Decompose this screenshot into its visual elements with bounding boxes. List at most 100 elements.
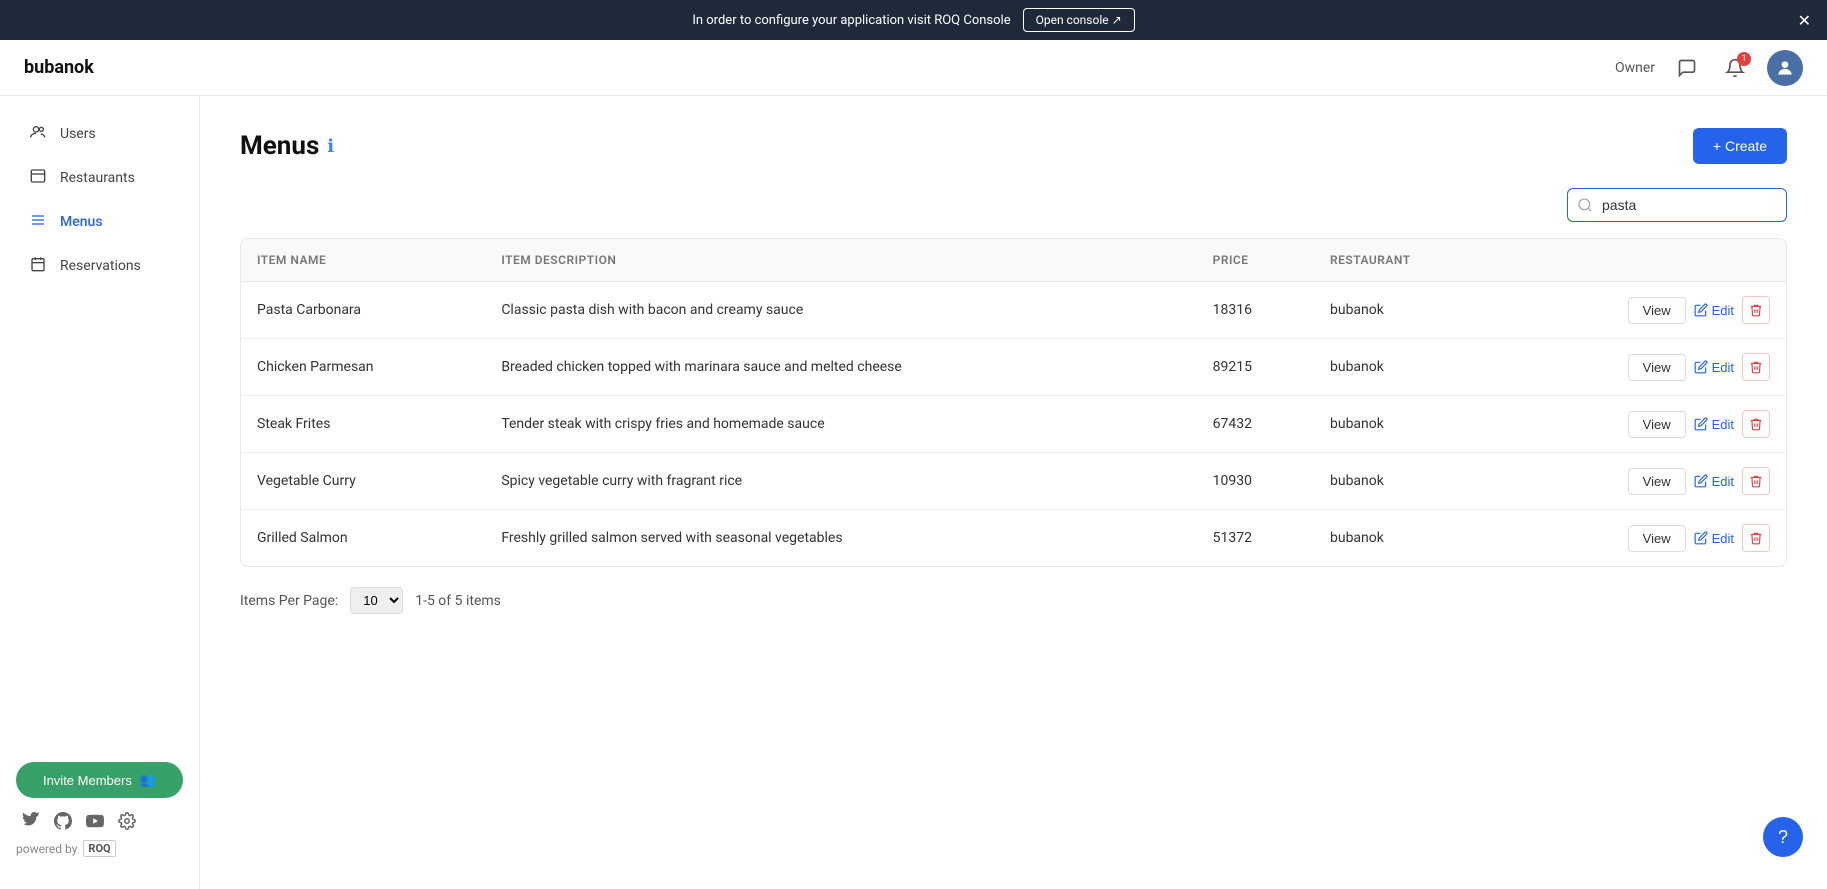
edit-button[interactable]: Edit: [1694, 417, 1734, 432]
cell-actions: View Edit: [1499, 339, 1786, 396]
open-console-button[interactable]: Open console ↗: [1023, 8, 1135, 32]
powered-by: powered by ROQ: [16, 840, 183, 857]
sidebar-item-label: Menus: [60, 214, 103, 230]
header-right: Owner 1: [1615, 50, 1803, 86]
page-title: Menus: [240, 131, 319, 161]
cell-price: 67432: [1197, 396, 1314, 453]
view-button[interactable]: View: [1628, 468, 1686, 495]
notification-icon[interactable]: 1: [1719, 52, 1751, 84]
per-page-select[interactable]: 10 25 50: [350, 587, 403, 614]
sidebar-item-label: Reservations: [60, 258, 141, 274]
col-actions: [1499, 239, 1786, 282]
cell-item-description: Spicy vegetable curry with fragrant rice: [485, 453, 1196, 510]
edit-button[interactable]: Edit: [1694, 360, 1734, 375]
cell-item-description: Tender steak with crispy fries and homem…: [485, 396, 1196, 453]
cell-item-description: Breaded chicken topped with marinara sau…: [485, 339, 1196, 396]
sidebar-item-reservations[interactable]: Reservations: [8, 246, 191, 286]
cell-item-description: Classic pasta dish with bacon and creamy…: [485, 282, 1196, 339]
view-button[interactable]: View: [1628, 354, 1686, 381]
roq-logo: ROQ: [83, 840, 115, 857]
delete-button[interactable]: [1742, 353, 1770, 381]
top-banner: In order to configure your application v…: [0, 0, 1827, 40]
pagination-summary: 1-5 of 5 items: [415, 593, 501, 609]
sidebar-item-label: Restaurants: [60, 170, 135, 186]
users-icon: [28, 124, 48, 144]
owner-label: Owner: [1615, 60, 1655, 76]
edit-button[interactable]: Edit: [1694, 531, 1734, 546]
sidebar-item-menus[interactable]: Menus: [8, 202, 191, 242]
sidebar-item-users[interactable]: Users: [8, 114, 191, 154]
app-layout: Users Restaurants Menus Reservations Inv…: [0, 96, 1827, 889]
close-banner-icon[interactable]: ✕: [1798, 11, 1811, 30]
delete-button[interactable]: [1742, 296, 1770, 324]
cell-actions: View Edit: [1499, 396, 1786, 453]
cell-price: 10930: [1197, 453, 1314, 510]
social-icons: [16, 810, 183, 832]
cell-price: 51372: [1197, 510, 1314, 567]
search-icon: [1577, 197, 1593, 213]
table-row: Steak Frites Tender steak with crispy fr…: [241, 396, 1786, 453]
delete-button[interactable]: [1742, 524, 1770, 552]
table-header-row: ITEM NAME ITEM DESCRIPTION PRICE RESTAUR…: [241, 239, 1786, 282]
table-row: Vegetable Curry Spicy vegetable curry wi…: [241, 453, 1786, 510]
edit-button[interactable]: Edit: [1694, 303, 1734, 318]
cell-item-name: Vegetable Curry: [241, 453, 485, 510]
header: bubanok Owner 1: [0, 40, 1827, 96]
menus-icon: [28, 212, 48, 232]
view-button[interactable]: View: [1628, 525, 1686, 552]
youtube-icon[interactable]: [84, 810, 106, 832]
col-restaurant: RESTAURANT: [1314, 239, 1499, 282]
main-content: Menus ℹ + Create ITEM NAME ITEM DESCRIPT…: [200, 96, 1827, 889]
cell-item-name: Steak Frites: [241, 396, 485, 453]
cell-restaurant: bubanok: [1314, 510, 1499, 567]
table-row: Chicken Parmesan Breaded chicken topped …: [241, 339, 1786, 396]
delete-button[interactable]: [1742, 467, 1770, 495]
github-icon[interactable]: [52, 810, 74, 832]
col-item-description: ITEM DESCRIPTION: [485, 239, 1196, 282]
search-input[interactable]: [1567, 188, 1787, 222]
invite-icon: 👥: [140, 772, 156, 788]
cell-restaurant: bubanok: [1314, 396, 1499, 453]
cell-actions: View Edit: [1499, 510, 1786, 567]
sidebar: Users Restaurants Menus Reservations Inv…: [0, 96, 200, 889]
invite-label: Invite Members: [43, 773, 132, 788]
cell-restaurant: bubanok: [1314, 339, 1499, 396]
col-price: PRICE: [1197, 239, 1314, 282]
delete-button[interactable]: [1742, 410, 1770, 438]
view-button[interactable]: View: [1628, 297, 1686, 324]
cell-price: 18316: [1197, 282, 1314, 339]
sidebar-item-label: Users: [60, 126, 96, 142]
chat-icon[interactable]: [1671, 52, 1703, 84]
reservations-icon: [28, 256, 48, 276]
notification-badge: 1: [1737, 52, 1751, 66]
cell-actions: View Edit: [1499, 282, 1786, 339]
help-button[interactable]: ?: [1763, 817, 1803, 857]
banner-message: In order to configure your application v…: [692, 13, 1010, 28]
page-title-row: Menus ℹ: [240, 131, 334, 161]
edit-button[interactable]: Edit: [1694, 474, 1734, 489]
col-item-name: ITEM NAME: [241, 239, 485, 282]
twitter-icon[interactable]: [20, 810, 42, 832]
table-row: Grilled Salmon Freshly grilled salmon se…: [241, 510, 1786, 567]
restaurants-icon: [28, 168, 48, 188]
user-avatar[interactable]: [1767, 50, 1803, 86]
cell-item-description: Freshly grilled salmon served with seaso…: [485, 510, 1196, 567]
cell-restaurant: bubanok: [1314, 282, 1499, 339]
settings-icon[interactable]: [116, 810, 138, 832]
menu-table: ITEM NAME ITEM DESCRIPTION PRICE RESTAUR…: [240, 238, 1787, 567]
sidebar-item-restaurants[interactable]: Restaurants: [8, 158, 191, 198]
sidebar-bottom: Invite Members 👥 powered by ROQ: [0, 746, 199, 873]
invite-members-button[interactable]: Invite Members 👥: [16, 762, 183, 798]
search-bar: [240, 188, 1787, 222]
view-button[interactable]: View: [1628, 411, 1686, 438]
create-button[interactable]: + Create: [1693, 128, 1787, 164]
table-row: Pasta Carbonara Classic pasta dish with …: [241, 282, 1786, 339]
items-per-page-label: Items Per Page:: [240, 593, 338, 609]
app-logo: bubanok: [24, 57, 94, 78]
info-icon[interactable]: ℹ: [327, 136, 334, 157]
cell-item-name: Chicken Parmesan: [241, 339, 485, 396]
cell-item-name: Pasta Carbonara: [241, 282, 485, 339]
search-input-wrap: [1567, 188, 1787, 222]
cell-restaurant: bubanok: [1314, 453, 1499, 510]
page-header: Menus ℹ + Create: [240, 128, 1787, 164]
